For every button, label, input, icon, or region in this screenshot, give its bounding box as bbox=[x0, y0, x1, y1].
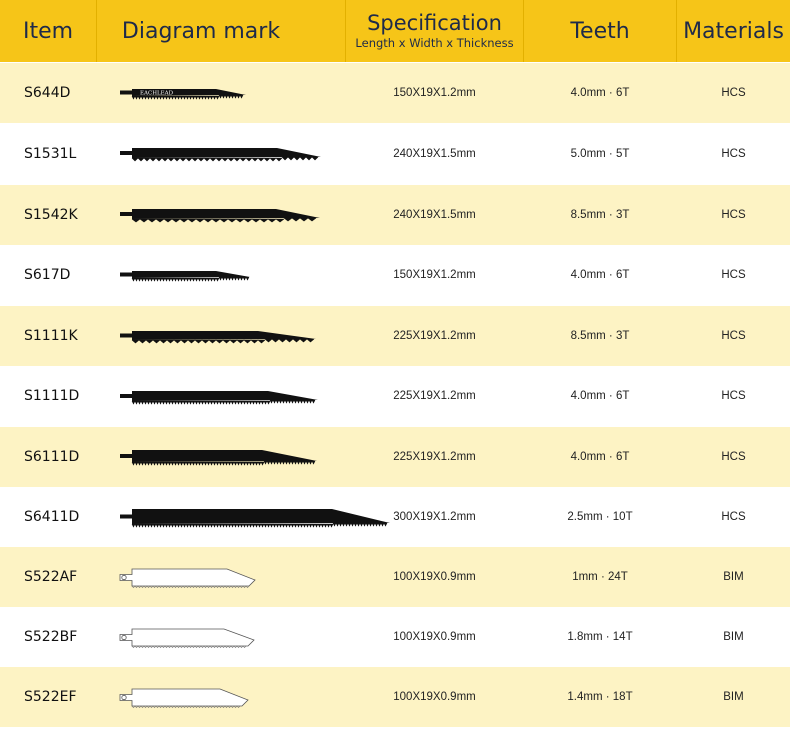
teeth-value: 1.4mm · 18T bbox=[567, 691, 633, 703]
material-value: HCS bbox=[721, 511, 746, 523]
header-diagram-mark: Diagram mark bbox=[121, 18, 281, 44]
item-code: S522EF bbox=[24, 689, 77, 705]
table-row: S644D EACHLEAD 150X19X1.2mm 4.0mm · 6T HCS bbox=[0, 63, 790, 123]
header-item: Item bbox=[22, 18, 74, 44]
header-spec-subtitle: Length x Width x Thickness bbox=[355, 36, 514, 50]
teeth-value: 4.0mm · 6T bbox=[570, 87, 630, 99]
table-row: S522BF 100X19X0.9mm 1.8mm · 14T BIM bbox=[0, 607, 790, 667]
spec-value: 100X19X0.9mm bbox=[393, 631, 476, 643]
blade-body bbox=[120, 89, 246, 96]
teeth-value: 4.0mm · 6T bbox=[570, 269, 630, 281]
header-specification: Specification Length x Width x Thickness bbox=[346, 0, 523, 62]
material-value: HCS bbox=[721, 390, 746, 402]
spec-value: 225X19X1.2mm bbox=[393, 330, 476, 342]
teeth-value: 1.8mm · 14T bbox=[567, 631, 633, 643]
blade-body bbox=[120, 271, 250, 278]
material-value: BIM bbox=[723, 631, 744, 643]
table-row: S522AF 100X19X0.9mm 1mm · 24T BIM bbox=[0, 547, 790, 607]
item-code: S1111K bbox=[24, 328, 78, 344]
item-code: S522AF bbox=[24, 569, 78, 585]
material-value: HCS bbox=[721, 330, 746, 342]
spec-value: 150X19X1.2mm bbox=[393, 87, 476, 99]
spec-value: 240X19X1.5mm bbox=[393, 148, 476, 160]
teeth-value: 5.0mm · 5T bbox=[570, 148, 630, 160]
teeth-value: 8.5mm · 3T bbox=[570, 330, 630, 342]
spec-value: 300X19X1.2mm bbox=[393, 511, 476, 523]
material-value: HCS bbox=[721, 451, 746, 463]
table-row: S6111D 225X19X1.2mm 4.0mm · 6T HCS bbox=[0, 427, 790, 487]
teeth-value: 2.5mm · 10T bbox=[567, 511, 633, 523]
teeth-value: 1mm · 24T bbox=[572, 571, 628, 583]
item-code: S6111D bbox=[24, 449, 80, 465]
table-row: S1542K 240X19X1.5mm 8.5mm · 3T HCS bbox=[0, 185, 790, 245]
blade-body bbox=[119, 628, 255, 647]
table-row: S1111K 225X19X1.2mm 8.5mm · 3T HCS bbox=[0, 306, 790, 366]
blade-body bbox=[119, 688, 249, 707]
blade-body bbox=[120, 209, 320, 219]
header-spec-title: Specification bbox=[367, 11, 502, 35]
material-value: BIM bbox=[723, 691, 744, 703]
spec-value: 100X19X0.9mm bbox=[393, 691, 476, 703]
blade-body bbox=[119, 568, 256, 587]
spec-value: 150X19X1.2mm bbox=[393, 269, 476, 281]
material-value: HCS bbox=[721, 209, 746, 221]
header-materials: Materials bbox=[683, 18, 784, 44]
spec-value: 225X19X1.2mm bbox=[393, 390, 476, 402]
table-header: Item Diagram mark Specification Length x… bbox=[0, 0, 790, 62]
table-row: S522EF 100X19X0.9mm 1.4mm · 18T BIM bbox=[0, 667, 790, 727]
material-value: HCS bbox=[721, 269, 746, 281]
table-row: S617D 150X19X1.2mm 4.0mm · 6T HCS bbox=[0, 245, 790, 305]
blade-body bbox=[120, 148, 321, 158]
table-row: S6411D 300X19X1.2mm 2.5mm · 10T HCS bbox=[0, 487, 790, 547]
item-code: S522BF bbox=[24, 629, 78, 645]
blade-body bbox=[120, 450, 317, 462]
table-row: S1531L 240X19X1.5mm 5.0mm · 5T HCS bbox=[0, 124, 790, 184]
material-value: HCS bbox=[721, 87, 746, 99]
blade-brand-label: EACHLEAD bbox=[140, 91, 174, 97]
teeth-value: 4.0mm · 6T bbox=[570, 390, 630, 402]
spec-value: 100X19X0.9mm bbox=[393, 571, 476, 583]
material-value: BIM bbox=[723, 571, 744, 583]
item-code: S1542K bbox=[24, 207, 78, 223]
item-code: S644D bbox=[24, 85, 71, 101]
header-teeth: Teeth bbox=[570, 18, 630, 44]
item-code: S1531L bbox=[24, 146, 77, 162]
item-code: S6411D bbox=[24, 509, 80, 525]
teeth-value: 4.0mm · 6T bbox=[570, 451, 630, 463]
teeth-value: 8.5mm · 3T bbox=[570, 209, 630, 221]
item-code: S1111D bbox=[24, 388, 80, 404]
blade-body bbox=[120, 391, 318, 401]
blade-body bbox=[120, 331, 316, 340]
spec-value: 240X19X1.5mm bbox=[393, 209, 476, 221]
blade-spec-table: Item Diagram mark Specification Length x… bbox=[0, 0, 790, 727]
table-row: S1111D 225X19X1.2mm 4.0mm · 6T HCS bbox=[0, 366, 790, 426]
material-value: HCS bbox=[721, 148, 746, 160]
spec-value: 225X19X1.2mm bbox=[393, 451, 476, 463]
item-code: S617D bbox=[24, 267, 71, 283]
